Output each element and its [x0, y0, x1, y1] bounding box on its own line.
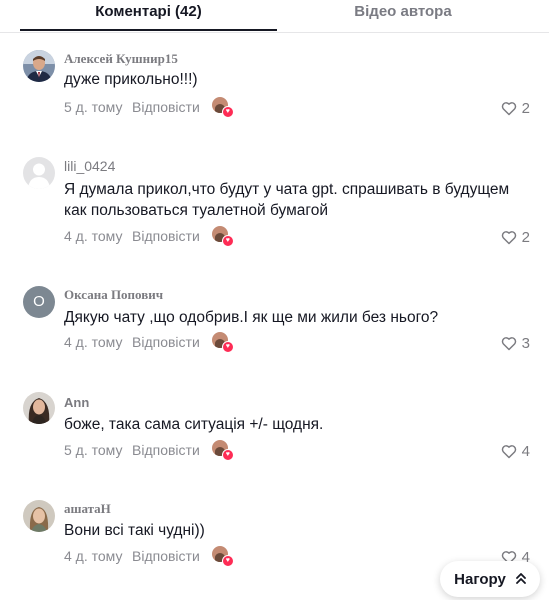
comment-time: 5 д. тому: [64, 99, 123, 115]
comment-tabs: Коментарі (42) Відео автора: [0, 0, 549, 33]
like-button[interactable]: 2: [501, 97, 530, 119]
user-photo-icon: [23, 50, 55, 82]
like-button[interactable]: 4: [501, 440, 530, 462]
comment-time: 4 д. тому: [64, 334, 123, 350]
avatar[interactable]: [23, 157, 55, 189]
creator-liked-icon: ♥: [211, 332, 234, 353]
comment-item: lili_0424 Я думала прикол,что будут у ча…: [0, 157, 549, 247]
comment-author[interactable]: Оксана Попович: [64, 287, 163, 303]
comment-text: Вони всі такі чудні)): [64, 522, 205, 539]
reply-button[interactable]: Відповісти: [132, 548, 200, 564]
avatar-letter: О: [33, 293, 45, 310]
comment-meta: 4 д. тому Відповісти ♥: [64, 225, 234, 247]
avatar[interactable]: [23, 392, 55, 424]
like-count: 3: [521, 334, 530, 352]
tabs-divider: [0, 32, 549, 33]
comment-text: Дякую чату ,що одобрив.І як ще ми жили б…: [64, 309, 439, 326]
comment-time: 4 д. тому: [64, 548, 123, 564]
comment-text: боже, така сама ситуація +/- щодня.: [64, 416, 324, 433]
tab-comments[interactable]: Коментарі (42): [20, 0, 277, 30]
user-photo-icon: [23, 500, 55, 532]
reply-button[interactable]: Відповісти: [132, 228, 200, 244]
back-to-top-button[interactable]: Нагору: [440, 561, 540, 597]
tab-author-videos[interactable]: Відео автора: [277, 0, 529, 30]
reply-button[interactable]: Відповісти: [132, 334, 200, 350]
reply-button[interactable]: Відповісти: [132, 99, 200, 115]
active-tab-indicator: [20, 29, 277, 31]
creator-liked-icon: ♥: [211, 546, 234, 567]
comment-author[interactable]: Алексей Кушнир15: [64, 51, 178, 67]
creator-liked-icon: ♥: [211, 97, 234, 118]
user-photo-icon: [23, 392, 55, 424]
comment-item: О Оксана Попович Дякую чату ,що одобрив.…: [0, 286, 549, 366]
double-chevron-up-icon: [515, 572, 526, 587]
comment-meta: 5 д. тому Відповісти ♥: [64, 96, 234, 118]
comment-text: дуже прикольно!!!): [64, 71, 198, 88]
creator-liked-icon: ♥: [211, 226, 234, 247]
avatar[interactable]: О: [23, 286, 55, 318]
comment-author[interactable]: ашатаН: [64, 501, 111, 517]
default-user-icon: [23, 157, 55, 189]
comment-time: 4 д. тому: [64, 228, 123, 244]
comment-author[interactable]: Ann: [64, 395, 89, 410]
creator-liked-icon: ♥: [211, 440, 234, 461]
avatar[interactable]: [23, 500, 55, 532]
comment-meta: 4 д. тому Відповісти ♥: [64, 331, 234, 353]
comment-time: 5 д. тому: [64, 442, 123, 458]
like-count: 2: [521, 99, 530, 117]
comment-item: Ann боже, така сама ситуація +/- щодня. …: [0, 392, 549, 472]
heart-icon: [501, 101, 516, 115]
like-button[interactable]: 2: [501, 226, 530, 248]
heart-icon: [501, 444, 516, 458]
back-to-top-label: Нагору: [454, 570, 506, 588]
comment-item: Алексей Кушнир15 дуже прикольно!!!) 5 д.…: [0, 50, 549, 130]
like-count: 2: [521, 228, 530, 246]
like-button[interactable]: 3: [501, 332, 530, 354]
comment-meta: 4 д. тому Відповісти ♥: [64, 545, 234, 567]
comment-author[interactable]: lili_0424: [64, 158, 115, 174]
avatar[interactable]: [23, 50, 55, 82]
reply-button[interactable]: Відповісти: [132, 442, 200, 458]
comment-text: Я думала прикол,что будут у чата gpt. сп…: [64, 181, 510, 219]
comment-meta: 5 д. тому Відповісти ♥: [64, 439, 234, 461]
heart-icon: [501, 336, 516, 350]
heart-icon: [501, 230, 516, 244]
like-count: 4: [521, 442, 530, 460]
